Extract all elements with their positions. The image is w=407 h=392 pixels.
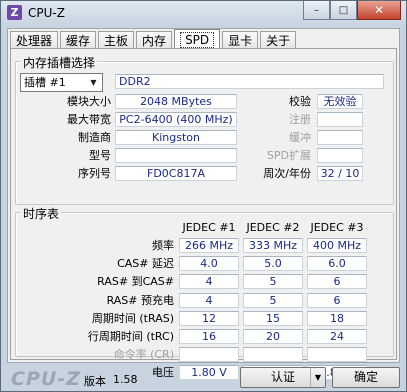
- ras-to-cas-label: RAS# 到CAS#: [97, 275, 174, 289]
- spd-panel: 内存插槽选择 插槽 #1 ▼ DDR2 模块大小 2048 MBytes 校验 …: [10, 48, 397, 381]
- max-bandwidth-label: 最大带宽: [67, 113, 111, 126]
- jedec-1-header: JEDEC #1: [182, 221, 236, 234]
- ras-precharge-jedec-2-field: 5: [243, 292, 303, 308]
- frequency-jedec-1-field: 266 MHz: [179, 238, 239, 253]
- module-size-field: 2048 MBytes: [115, 94, 237, 109]
- validate-button[interactable]: 认证 ▼: [240, 367, 326, 388]
- ras-to-cas-jedec-1-field: 4: [179, 274, 239, 290]
- cas-latency-jedec-1-field: 4.0: [179, 256, 239, 272]
- serial-number-field: FD0C817A: [115, 166, 237, 181]
- minimize-button[interactable]: –: [303, 1, 330, 20]
- command-rate-jedec-1-field: [179, 347, 239, 363]
- manufacturer-field: Kingston: [115, 130, 237, 145]
- tab-cpu[interactable]: 处理器: [10, 31, 59, 49]
- tras-jedec-2-field: 15: [243, 310, 303, 326]
- ras-to-cas-jedec-2-field: 5: [243, 274, 303, 290]
- chevron-down-icon: ▼: [90, 78, 97, 87]
- slot-group-title: 内存插槽选择: [21, 54, 98, 71]
- trc-jedec-3-field: 24: [307, 329, 367, 344]
- trc-jedec-2-field: 20: [243, 329, 303, 344]
- memory-type-field: DDR2: [115, 74, 384, 89]
- slot-select[interactable]: 插槽 #1 ▼: [20, 73, 103, 92]
- tab-about[interactable]: 关于: [260, 31, 297, 49]
- ras-precharge-jedec-3-field: 6: [307, 292, 367, 308]
- tras-jedec-1-field: 12: [179, 310, 239, 326]
- tab-spd[interactable]: SPD: [174, 29, 221, 50]
- dropdown-arrow-icon[interactable]: ▼: [310, 368, 325, 387]
- ras-precharge-label: RAS# 预充电: [106, 293, 174, 307]
- version-number: 1.58: [113, 373, 138, 386]
- buffered-label: 缓冲: [289, 131, 311, 144]
- trc-jedec-1-field: 16: [179, 329, 239, 344]
- part-number-label: 型号: [89, 149, 111, 162]
- spd-ext-field: [317, 148, 363, 163]
- cpu-z-window: Z CPU-Z – □ ✕ 处理器 缓存 主板 内存 SPD 显卡 关于 内存插…: [0, 0, 407, 392]
- cas-latency-label: CAS# 延迟: [117, 257, 174, 271]
- close-button[interactable]: ✕: [357, 1, 401, 20]
- timings-group-title: 时序表: [21, 205, 62, 222]
- version-label: 版本: [84, 375, 106, 388]
- restore-button[interactable]: □: [330, 1, 357, 20]
- module-size-label: 模块大小: [67, 95, 111, 108]
- cas-latency-jedec-2-field: 5.0: [243, 256, 303, 272]
- bottom-bar: CPU-Z 版本 1.58 认证 ▼ 确定: [1, 364, 406, 392]
- tab-caches[interactable]: 缓存: [60, 31, 97, 49]
- registered-label: 注册: [289, 113, 311, 126]
- jedec-3-header: JEDEC #3: [310, 221, 364, 234]
- registered-field: [317, 112, 363, 127]
- tab-graphics[interactable]: 显卡: [222, 31, 259, 49]
- frequency-label: 频率: [152, 239, 174, 252]
- tras-jedec-3-field: 18: [307, 310, 367, 326]
- tab-mainboard[interactable]: 主板: [98, 31, 135, 49]
- manufacturer-label: 制造商: [78, 131, 111, 144]
- correction-label: 校验: [289, 95, 311, 108]
- part-number-field: [115, 148, 237, 163]
- week-year-label: 周次/年份: [263, 167, 311, 180]
- command-rate-jedec-2-field: [243, 347, 303, 363]
- cpu-z-logo: CPU-Z: [11, 368, 81, 390]
- max-bandwidth-field: PC2-6400 (400 MHz): [115, 112, 237, 127]
- correction-field: 无效验: [317, 94, 363, 109]
- tras-label: 周期时间 (tRAS): [91, 311, 174, 325]
- serial-number-label: 序列号: [78, 167, 111, 180]
- main-content: 处理器 缓存 主板 内存 SPD 显卡 关于 内存插槽选择 插槽 #1 ▼ DD…: [7, 28, 400, 381]
- cas-latency-jedec-3-field: 6.0: [307, 256, 367, 272]
- ras-to-cas-jedec-3-field: 6: [307, 274, 367, 290]
- jedec-2-header: JEDEC #2: [246, 221, 300, 234]
- command-rate-jedec-3-field: [307, 347, 367, 363]
- week-year-field: 32 / 10: [317, 166, 363, 181]
- tab-memory[interactable]: 内存: [136, 31, 173, 49]
- trc-label: 行周期时间 (tRC): [87, 330, 174, 343]
- window-title: CPU-Z: [28, 6, 65, 20]
- ras-precharge-jedec-1-field: 4: [179, 292, 239, 308]
- cpu-z-app-icon: Z: [7, 5, 22, 20]
- frequency-jedec-2-field: 333 MHz: [243, 238, 303, 253]
- command-rate-label: 命令率 (CR): [113, 348, 174, 362]
- spd-ext-label: SPD扩展: [266, 149, 311, 162]
- ok-button[interactable]: 确定: [332, 367, 400, 388]
- frequency-jedec-3-field: 400 MHz: [307, 238, 367, 253]
- title-bar[interactable]: Z CPU-Z – □ ✕: [1, 1, 406, 26]
- buffered-field: [317, 130, 363, 145]
